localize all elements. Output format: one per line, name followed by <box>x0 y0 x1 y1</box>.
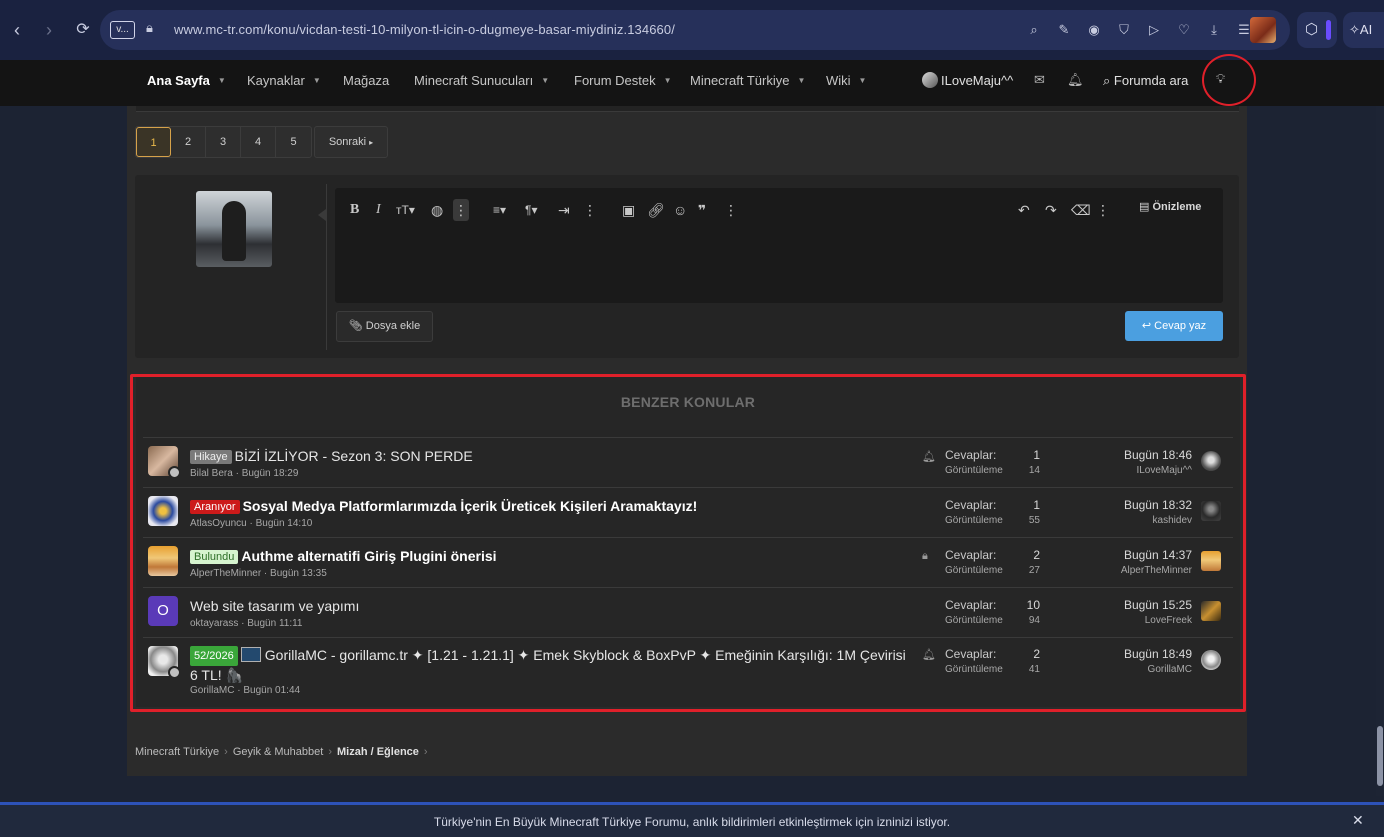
close-icon[interactable]: ✕ <box>1352 812 1364 829</box>
back-icon[interactable]: ‹ <box>5 18 29 42</box>
pagination: 1 2 3 4 5 <box>135 126 312 158</box>
chevron-down-icon[interactable]: ▼ <box>313 76 321 85</box>
chevron-right-icon: › <box>423 746 428 758</box>
edit-icon[interactable]: ✎ <box>1054 20 1074 40</box>
image-icon[interactable]: ▣ <box>622 199 635 221</box>
page-1[interactable]: 1 <box>136 127 171 157</box>
post-reply-button[interactable]: ↩ Cevap yaz <box>1125 311 1223 341</box>
align-icon[interactable]: ≡▾ <box>493 199 506 221</box>
more-options-icon[interactable]: ⋮ <box>453 199 469 221</box>
send-icon[interactable]: ▷ <box>1144 20 1164 40</box>
chevron-down-icon[interactable]: ▼ <box>859 76 867 85</box>
annotation-circle <box>1202 54 1256 106</box>
url-text[interactable]: www.mc-tr.com/konu/vicdan-testi-10-milyo… <box>174 22 675 37</box>
bell-icon[interactable]: 🔔︎ <box>1067 72 1084 88</box>
heart-icon[interactable]: ♡ <box>1174 20 1194 40</box>
eraser-icon[interactable]: ⌫ <box>1071 199 1091 221</box>
palette-icon[interactable]: ◍ <box>431 199 443 221</box>
page-4[interactable]: 4 <box>241 127 276 157</box>
scrollbar-thumb[interactable] <box>1377 726 1383 786</box>
italic-icon[interactable]: I <box>376 199 381 221</box>
more-options-icon[interactable]: ⋮ <box>1096 199 1110 221</box>
page-2[interactable]: 2 <box>171 127 206 157</box>
chevron-down-icon[interactable]: ▼ <box>541 76 549 85</box>
nav-minecraft-turkiye[interactable]: Minecraft Türkiye ▼ <box>690 73 805 88</box>
search-button[interactable]: ⌕ Forumda ara <box>1103 73 1188 89</box>
link-icon[interactable]: 🔗︎ <box>647 199 665 221</box>
chevron-right-icon: ▸ <box>369 138 374 147</box>
reply-divider <box>326 184 327 350</box>
chevron-down-icon[interactable]: ▼ <box>664 76 672 85</box>
profile-avatar[interactable] <box>1250 17 1276 43</box>
chevron-down-icon[interactable]: ▼ <box>797 76 805 85</box>
search-page-icon[interactable]: ⌕ <box>1024 20 1044 40</box>
notification-text: Türkiye'nin En Büyük Minecraft Türkiye F… <box>433 815 951 829</box>
chevron-right-icon: › <box>328 746 332 758</box>
preview-icon: ▤ <box>1139 201 1153 213</box>
paragraph-icon[interactable]: ¶▾ <box>525 199 537 221</box>
next-page-button[interactable]: Sonraki ▸ <box>314 126 388 158</box>
breadcrumb: Minecraft Türkiye › Geyik & Muhabbet › Mizah… <box>135 746 433 758</box>
scrollbar-track[interactable] <box>1376 106 1384 796</box>
nav-home[interactable]: Ana Sayfa ▼ <box>147 73 226 88</box>
lock-icon[interactable]: 🔒︎ <box>146 20 153 36</box>
sparkle-icon: ✧ <box>1349 22 1360 37</box>
download-icon[interactable]: ⤓ <box>1204 20 1224 40</box>
annotation-rectangle <box>130 374 1246 712</box>
attach-file-button[interactable]: 📎︎ Dosya ekle <box>336 311 433 342</box>
smiley-icon[interactable]: ☺ <box>673 199 687 221</box>
tab-icon[interactable]: v... <box>110 21 135 39</box>
page-5[interactable]: 5 <box>276 127 311 157</box>
address-bar[interactable]: v... 🔒︎ www.mc-tr.com/konu/vicdan-testi-… <box>100 10 1290 50</box>
more-options-icon[interactable]: ⋮ <box>724 199 738 221</box>
mail-icon[interactable]: ✉ <box>1034 72 1045 88</box>
ai-button[interactable]: ✧AI <box>1343 12 1384 48</box>
more-options-icon[interactable]: ⋮ <box>583 199 597 221</box>
nav-support[interactable]: Forum Destek ▼ <box>574 73 672 88</box>
reply-icon: ↩ <box>1141 320 1155 332</box>
forward-icon[interactable]: › <box>37 18 61 42</box>
shield-icon[interactable]: ⛉ <box>1114 20 1134 40</box>
reply-user-avatar[interactable] <box>196 191 272 267</box>
chevron-down-icon[interactable]: ▼ <box>218 76 226 85</box>
ai-label: AI <box>1359 22 1373 37</box>
browser-toolbar: ‹ › ⟳ v... 🔒︎ www.mc-tr.com/konu/vicdan-… <box>0 0 1384 60</box>
extensions-button[interactable]: ⬡ <box>1297 12 1337 48</box>
undo-icon[interactable]: ↶ <box>1018 199 1030 221</box>
bold-icon[interactable]: B <box>350 199 359 221</box>
breadcrumb-item[interactable]: Minecraft Türkiye <box>135 746 219 758</box>
chevron-right-icon: › <box>224 746 228 758</box>
text-size-icon[interactable]: тT▾ <box>396 199 415 221</box>
user-avatar[interactable] <box>922 72 938 88</box>
nav-servers[interactable]: Minecraft Sunucuları ▼ <box>414 73 549 88</box>
paperclip-icon: 📎︎ <box>348 320 366 332</box>
nav-wiki[interactable]: Wiki ▼ <box>826 73 866 88</box>
username[interactable]: ILoveMaju^^ <box>941 73 1013 88</box>
breadcrumb-item[interactable]: Geyik & Muhabbet <box>233 746 324 758</box>
nav-resources[interactable]: Kaynaklar ▼ <box>247 73 321 88</box>
nav-store[interactable]: Mağaza <box>343 73 389 88</box>
previous-post-edge <box>136 106 1239 112</box>
quote-icon[interactable]: ❞ <box>698 199 706 221</box>
search-icon: ⌕ <box>1103 73 1114 88</box>
redo-icon[interactable]: ↷ <box>1045 199 1057 221</box>
reply-pointer <box>318 209 326 221</box>
indent-icon[interactable]: ⇥ <box>558 199 570 221</box>
cube-icon: ⬡ <box>1305 21 1319 38</box>
preview-button[interactable]: ▤ Önizleme <box>1139 200 1201 213</box>
notification-banner: Türkiye'nin En Büyük Minecraft Türkiye F… <box>0 805 1384 837</box>
reload-icon[interactable]: ⟳ <box>71 18 95 42</box>
breadcrumb-item[interactable]: Mizah / Eğlence <box>337 746 419 758</box>
camera-icon[interactable]: ◉ <box>1084 20 1104 40</box>
page-3[interactable]: 3 <box>206 127 241 157</box>
sidebar-accent <box>1326 20 1331 40</box>
